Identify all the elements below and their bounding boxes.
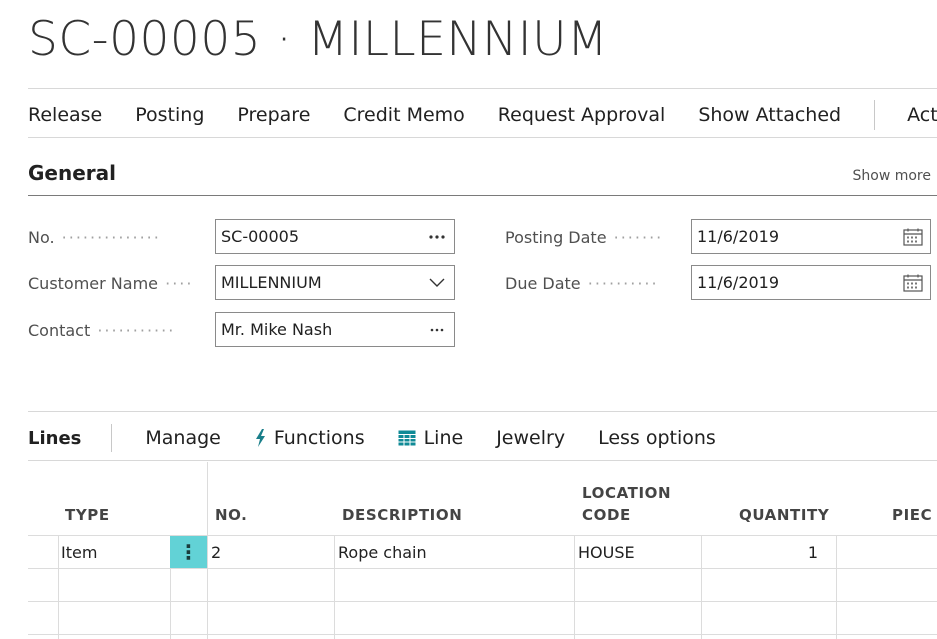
column-header-pieces[interactable]: PIEC — [892, 504, 932, 526]
credit-memo-action[interactable]: Credit Memo — [343, 104, 464, 126]
lines-section-title[interactable]: Lines — [28, 428, 81, 449]
request-approval-action[interactable]: Request Approval — [498, 104, 666, 126]
grid-row-divider — [28, 634, 937, 635]
functions-action[interactable]: Functions — [254, 427, 365, 449]
grid-header-divider — [28, 535, 937, 536]
lines-action-bar: Lines Manage Functions Line Jewelry Less… — [28, 423, 749, 453]
due-date-field[interactable]: 11/6/2019 — [691, 265, 931, 300]
line-action[interactable]: Line — [398, 427, 463, 449]
general-section-title[interactable]: General — [28, 161, 116, 185]
customer-name-field-label: Customer Name ···· — [28, 274, 194, 293]
lines-bar-separator — [111, 424, 113, 452]
column-header-location-code[interactable]: LOCATION CODE — [582, 482, 671, 526]
due-date-field-label: Due Date ·········· — [505, 274, 659, 293]
column-header-description[interactable]: DESCRIPTION — [342, 504, 462, 526]
due-date-field-value: 11/6/2019 — [697, 273, 780, 292]
less-options-action[interactable]: Less options — [598, 427, 716, 449]
ellipsis-icon[interactable] — [420, 234, 454, 240]
grid-column-divider — [836, 535, 837, 639]
vertical-ellipsis-icon[interactable]: ⋮ — [170, 536, 207, 568]
lines-bar-bottom-divider — [28, 460, 937, 461]
cell-type[interactable]: Item — [61, 543, 97, 562]
manage-action[interactable]: Manage — [145, 427, 220, 449]
jewelry-action[interactable]: Jewelry — [496, 427, 565, 449]
grid-column-divider — [334, 535, 335, 639]
cell-location-code[interactable]: HOUSE — [578, 543, 635, 562]
lines-grid: TYPE NO. DESCRIPTION LOCATION CODE QUANT… — [28, 462, 937, 639]
lines-top-divider — [28, 411, 937, 412]
column-header-type[interactable]: TYPE — [65, 504, 110, 526]
cell-no[interactable]: 2 — [211, 543, 221, 562]
show-more-link[interactable]: Show more — [853, 168, 932, 184]
posting-date-field-value: 11/6/2019 — [697, 227, 780, 246]
action-bar-top-divider — [28, 88, 937, 89]
posting-action[interactable]: Posting — [135, 104, 204, 126]
frozen-column-divider — [207, 462, 208, 639]
ellipsis-icon[interactable] — [420, 327, 454, 333]
no-field-value: SC-00005 — [221, 227, 299, 246]
posting-date-field-label: Posting Date ······· — [505, 228, 664, 247]
grid-column-divider — [58, 535, 59, 639]
chevron-down-icon[interactable] — [420, 278, 454, 288]
no-field-label: No. ·············· — [28, 228, 161, 247]
cell-quantity[interactable]: 1 — [701, 543, 818, 562]
customer-name-field-value: MILLENNIUM — [221, 273, 322, 292]
customer-name-field[interactable]: MILLENNIUM — [215, 265, 455, 300]
no-field[interactable]: SC-00005 — [215, 219, 455, 254]
action-bar: Release Posting Prepare Credit Memo Requ… — [28, 100, 937, 130]
grid-row-divider — [28, 601, 937, 602]
actions-menu[interactable]: Actions — [907, 104, 937, 126]
page-title: SC-00005 · MILLENNIUM — [28, 12, 609, 67]
prepare-action[interactable]: Prepare — [237, 104, 310, 126]
column-header-no[interactable]: NO. — [215, 504, 247, 526]
cell-description[interactable]: Rope chain — [338, 543, 427, 562]
lightning-icon — [254, 429, 266, 447]
contact-field-label: Contact ··········· — [28, 321, 176, 340]
column-header-quantity[interactable]: QUANTITY — [739, 504, 829, 526]
show-attached-action[interactable]: Show Attached — [698, 104, 841, 126]
calendar-icon[interactable] — [896, 228, 930, 246]
grid-column-divider — [574, 535, 575, 639]
contact-field-value: Mr. Mike Nash — [221, 320, 333, 339]
general-section-divider — [28, 195, 937, 196]
grid-row-divider — [28, 568, 937, 569]
posting-date-field[interactable]: 11/6/2019 — [691, 219, 931, 254]
grid-icon — [398, 430, 416, 446]
action-bar-separator — [874, 100, 876, 130]
contact-field[interactable]: Mr. Mike Nash — [215, 312, 455, 347]
calendar-icon[interactable] — [896, 274, 930, 292]
release-action[interactable]: Release — [28, 104, 102, 126]
action-bar-bottom-divider — [28, 137, 937, 138]
